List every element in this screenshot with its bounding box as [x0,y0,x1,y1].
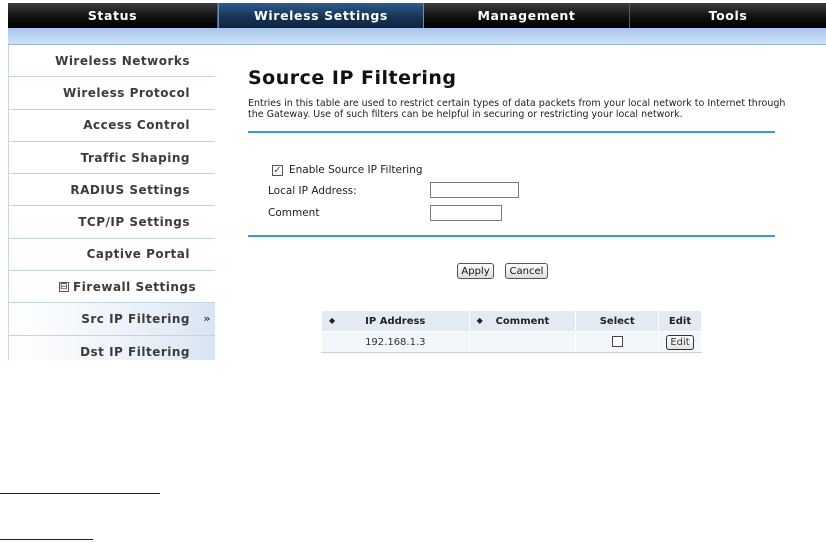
sort-icon[interactable]: ◆ [477,316,483,325]
sidebar-item-radius-settings[interactable]: RADIUS Settings [9,174,215,207]
sub-navigation-bar [8,28,826,45]
divider [248,235,775,237]
sidebar-item-tcpip-settings[interactable]: TCP/IP Settings [9,206,215,239]
current-page-arrow-icon: » [203,312,211,326]
sidebar-item-label: Access Control [83,118,190,133]
local-ip-input[interactable] [430,182,519,198]
column-header-ip-address[interactable]: ◆ IP Address [321,310,470,332]
sidebar-item-wireless-protocol[interactable]: Wireless Protocol [9,77,215,110]
page-title: Source IP Filtering [248,67,457,89]
column-header-comment[interactable]: ◆ Comment [468,310,577,332]
column-header-select: Select [575,310,660,332]
cancel-button[interactable]: Cancel [505,263,548,279]
page-description: Entries in this table are used to restri… [248,98,786,120]
top-navigation: Status Wireless Settings Management Tool… [8,3,826,28]
comment-label: Comment [268,207,320,219]
column-header-label: Comment [495,315,550,327]
row-select-checkbox[interactable] [611,336,623,348]
enable-filtering-checkbox[interactable]: ✓ [272,165,283,176]
sort-icon[interactable]: ◆ [329,316,335,325]
tab-wireless-settings[interactable]: Wireless Settings [218,3,424,28]
tab-status[interactable]: Status [8,3,218,28]
underline-decoration [0,539,93,540]
comment-cell [468,331,577,353]
sidebar-item-label: Wireless Networks [55,53,190,68]
apply-button[interactable]: Apply [457,263,494,279]
tab-tools[interactable]: Tools [630,3,826,28]
select-cell [575,331,660,353]
sidebar-item-label: Dst IP Filtering [80,344,190,359]
collapse-icon[interactable]: ⊟ [59,282,69,293]
sidebar-item-access-control[interactable]: Access Control [9,110,215,142]
filter-table: ◆ IP Address ◆ Comment Select Edit 192.168… [321,310,702,353]
enable-filtering-label: Enable Source IP Filtering [289,164,423,176]
table-row: 192.168.1.3 Edit [321,331,702,353]
sidebar-item-label: TCP/IP Settings [78,215,190,230]
sidebar-item-label: RADIUS Settings [70,182,190,197]
sidebar-item-label: Wireless Protocol [62,85,190,100]
comment-input[interactable] [430,205,502,221]
sidebar: Wireless Networks Wireless Protocol Acce… [8,45,215,360]
sidebar-item-captive-portal[interactable]: Captive Portal [9,239,215,272]
sidebar-item-label: Src IP Filtering [81,312,190,327]
sidebar-item-label: Traffic Shaping [80,150,190,165]
edit-button[interactable]: Edit [666,334,694,350]
sidebar-item-traffic-shaping[interactable]: Traffic Shaping [9,142,215,175]
sidebar-group-firewall-settings[interactable]: ⊟ Firewall Settings [9,271,215,304]
column-header-edit: Edit [658,310,702,332]
underline-decoration [0,493,160,494]
sidebar-item-label: Captive Portal [86,247,190,262]
ip-address-cell: 192.168.1.3 [321,331,470,353]
main-content: Source IP Filtering Entries in this tabl… [215,45,826,360]
column-header-label: IP Address [365,315,426,327]
tab-management[interactable]: Management [424,3,630,28]
sidebar-item-dst-ip-filtering[interactable]: Dst IP Filtering [9,335,215,360]
sidebar-item-wireless-networks[interactable]: Wireless Networks [9,45,215,78]
divider [248,131,775,133]
edit-cell: Edit [658,331,702,353]
local-ip-label: Local IP Address: [268,185,357,197]
sidebar-item-label: Firewall Settings [73,279,197,294]
table-header-row: ◆ IP Address ◆ Comment Select Edit [321,310,702,332]
sidebar-item-src-ip-filtering[interactable]: Src IP Filtering » [9,303,215,336]
